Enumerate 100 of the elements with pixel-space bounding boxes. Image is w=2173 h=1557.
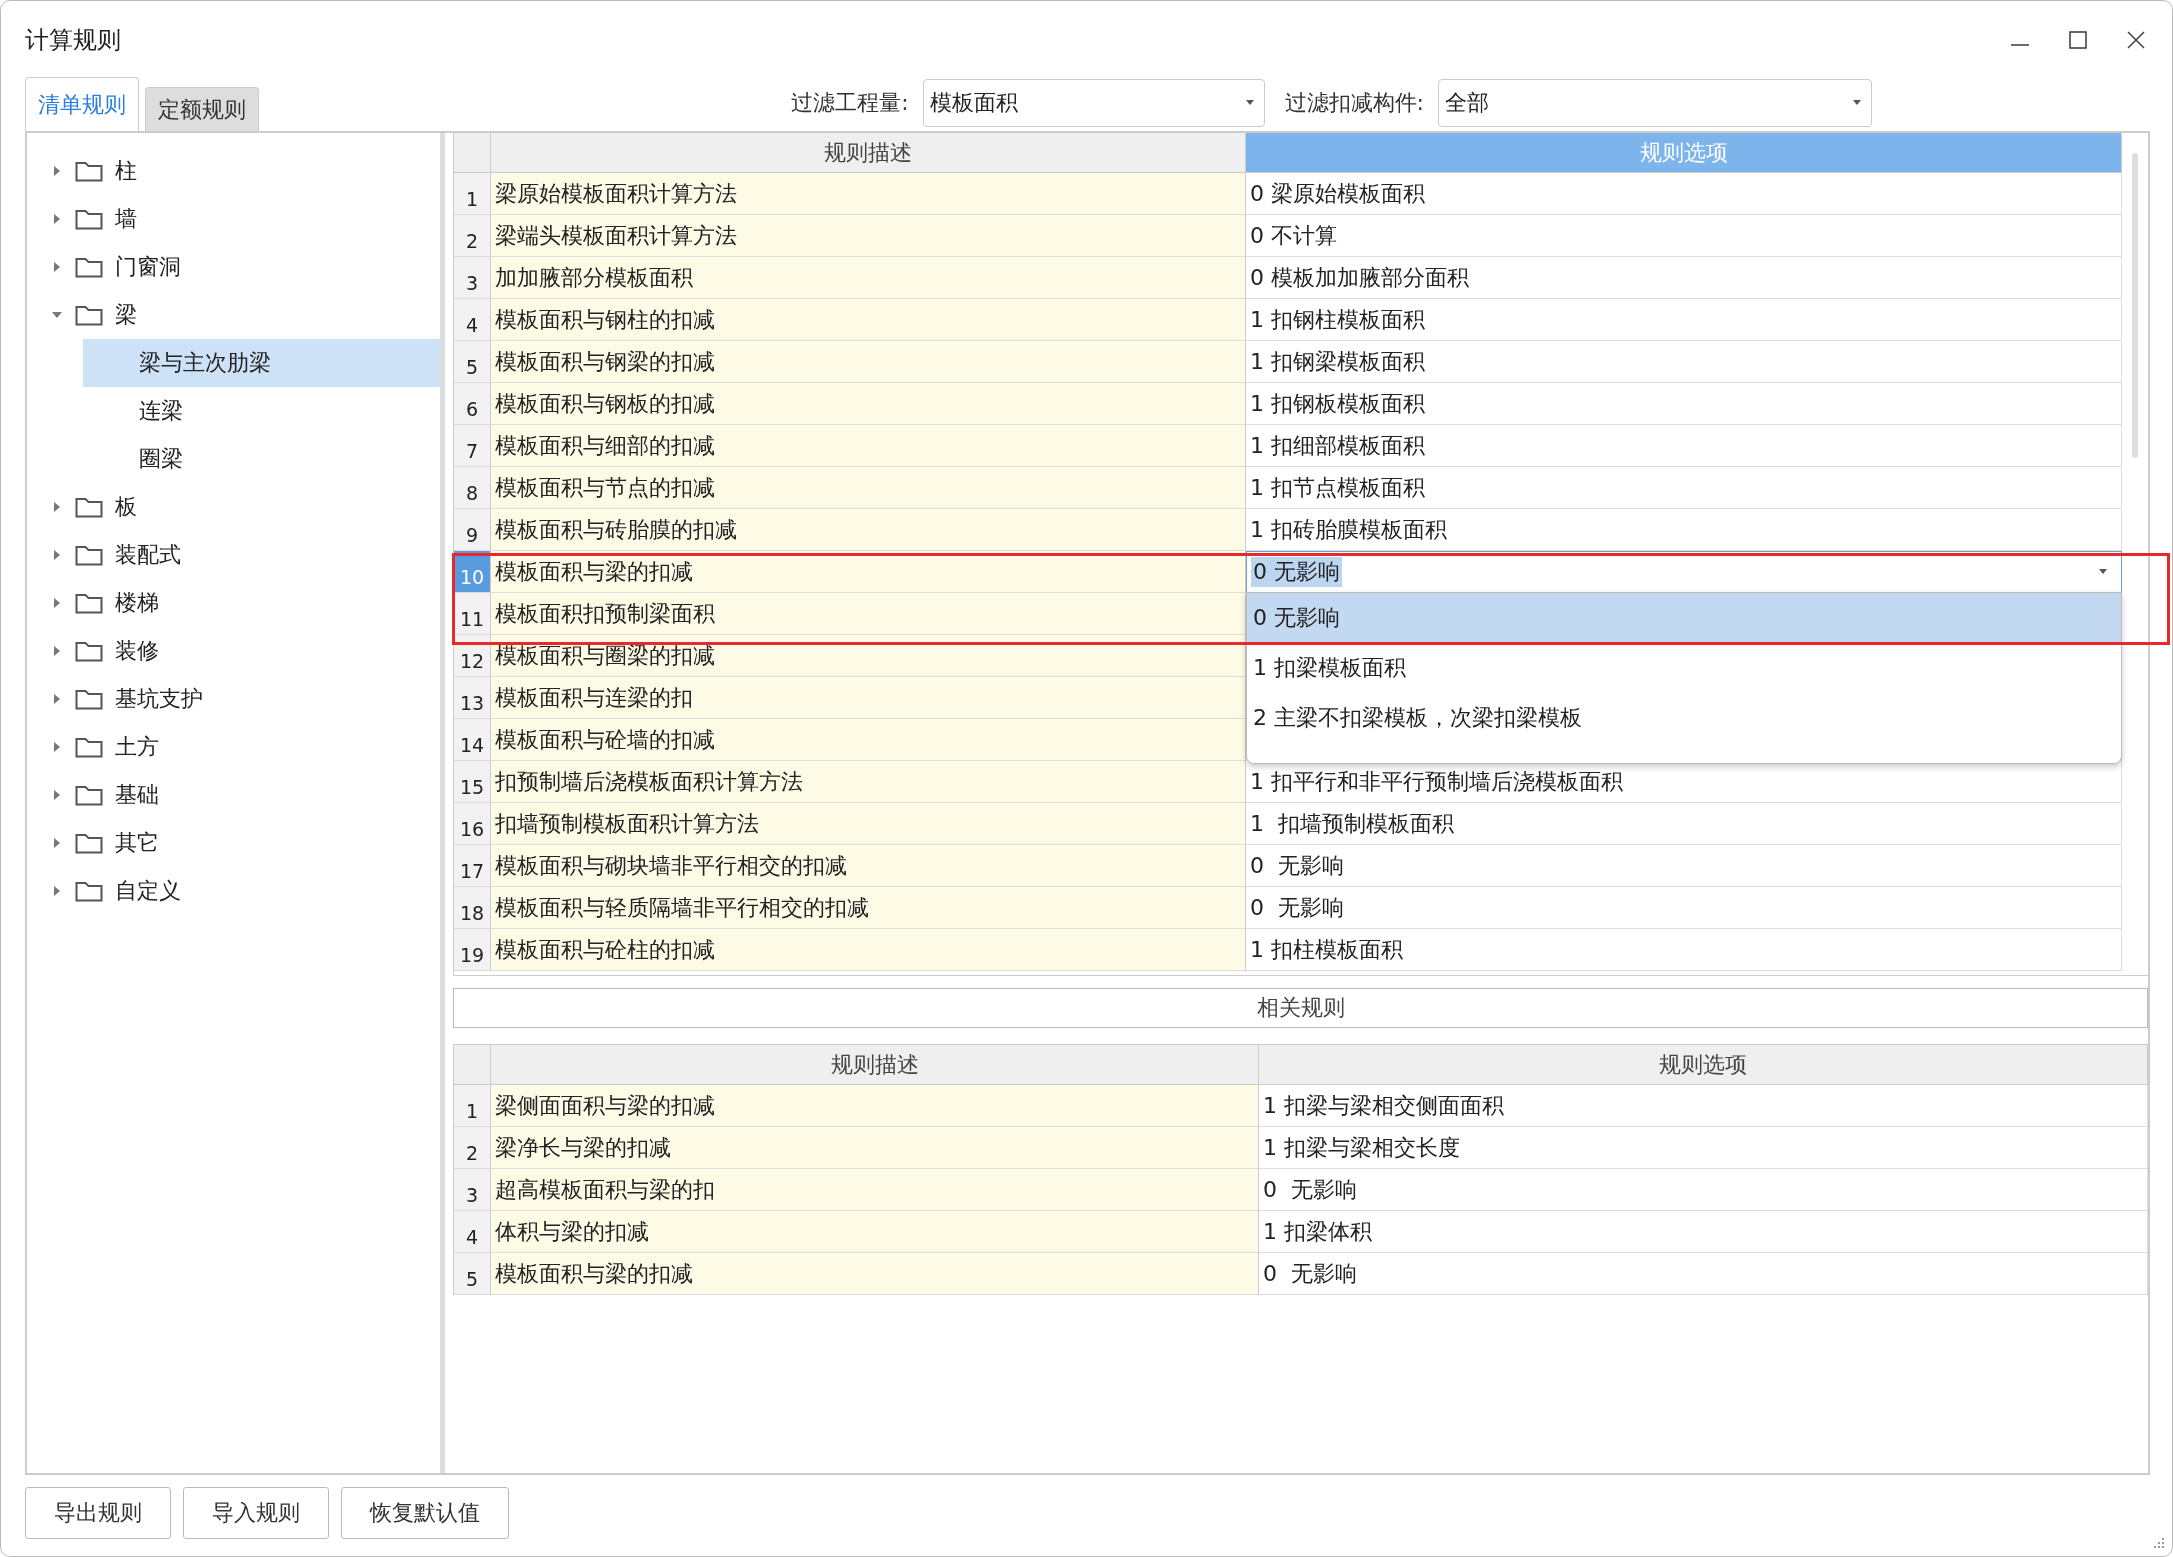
table-cell: 模板面积与砖胎膜的扣减	[491, 509, 1246, 551]
tree-item[interactable]: 梁	[27, 291, 440, 339]
table-cell: 模板面积与砼墙的扣减	[491, 719, 1246, 761]
column-header: 规则描述	[491, 133, 1246, 173]
table-cell: 模板面积与梁的扣减	[491, 1253, 1259, 1295]
tree-label: 墙	[115, 205, 137, 233]
table-cell: 梁端头模板面积计算方法	[491, 215, 1246, 257]
table-cell: 1 扣节点模板面积	[1246, 467, 2122, 509]
table-cell: 梁净长与梁的扣减	[491, 1127, 1259, 1169]
action-button[interactable]: 恢复默认值	[341, 1487, 509, 1539]
row-number: 4	[454, 299, 491, 341]
tree-label: 其它	[115, 829, 159, 857]
tree-label: 门窗洞	[115, 253, 181, 281]
row-number: 4	[454, 1211, 491, 1253]
action-button[interactable]: 导入规则	[183, 1487, 329, 1539]
tree-label: 梁	[115, 301, 137, 329]
table-cell: 模板面积与钢梁的扣减	[491, 341, 1246, 383]
tree-label: 板	[115, 493, 137, 521]
tree-item[interactable]: 连梁	[83, 387, 440, 435]
window-title: 计算规则	[25, 25, 122, 56]
tree-item[interactable]: 板	[27, 483, 440, 531]
row-number: 18	[454, 887, 491, 929]
row-number: 19	[454, 929, 491, 971]
table-cell: 模板面积与节点的扣减	[491, 467, 1246, 509]
table-cell: 1 扣平行和非平行预制墙后浇模板面积	[1246, 761, 2122, 803]
tree-label: 柱	[115, 157, 137, 185]
column-header: 规则选项	[1246, 133, 2122, 173]
tree-item[interactable]: 楼梯	[27, 579, 440, 627]
table-cell: 模板面积与细部的扣减	[491, 425, 1246, 467]
table-cell: 1 扣柱模板面积	[1246, 929, 2122, 971]
tree-label: 基坑支护	[115, 685, 203, 713]
tree-item[interactable]: 柱	[27, 147, 440, 195]
table-cell: 0 无影响	[1246, 845, 2122, 887]
row-number: 7	[454, 425, 491, 467]
table-cell: 1 扣梁与梁相交侧面面积	[1259, 1085, 2148, 1127]
table-cell: 1 扣钢柱模板面积	[1246, 299, 2122, 341]
tree-item[interactable]: 装配式	[27, 531, 440, 579]
row-number: 1	[454, 173, 491, 215]
row-number: 3	[454, 1169, 491, 1211]
row-number: 5	[454, 341, 491, 383]
table-cell: 0 梁原始模板面积	[1246, 173, 2122, 215]
table-cell: 梁侧面面积与梁的扣减	[491, 1085, 1259, 1127]
table-cell: 模板面积与砌块墙非平行相交的扣减	[491, 845, 1246, 887]
row-number: 17	[454, 845, 491, 887]
tree-item[interactable]: 圈梁	[83, 435, 440, 483]
tree-item[interactable]: 梁与主次肋梁	[83, 339, 440, 387]
column-header: 规则描述	[491, 1045, 1259, 1085]
dropdown-option[interactable]: 2 主梁不扣梁模板，次梁扣梁模板	[1247, 693, 2121, 743]
table-cell: 模板面积与砼柱的扣减	[491, 929, 1246, 971]
tab[interactable]: 定额规则	[145, 87, 259, 131]
tree-item[interactable]: 土方	[27, 723, 440, 771]
tab[interactable]: 清单规则	[25, 77, 139, 131]
table-cell: 模板面积与钢板的扣减	[491, 383, 1246, 425]
tree-item[interactable]: 基坑支护	[27, 675, 440, 723]
tree-item[interactable]: 装修	[27, 627, 440, 675]
row-number: 5	[454, 1253, 491, 1295]
row-number: 16	[454, 803, 491, 845]
table-cell: 体积与梁的扣减	[491, 1211, 1259, 1253]
tree-label: 装配式	[115, 541, 181, 569]
row-number: 6	[454, 383, 491, 425]
dropdown-option[interactable]: 0 无影响	[1247, 593, 2121, 643]
dropdown-option[interactable]: 1 扣梁模板面积	[1247, 643, 2121, 693]
table-cell: 超高模板面积与梁的扣	[491, 1169, 1259, 1211]
table-cell: 扣墙预制模板面积计算方法	[491, 803, 1246, 845]
row-number: 3	[454, 257, 491, 299]
column-header: 规则选项	[1259, 1045, 2148, 1085]
tree-label: 土方	[115, 733, 159, 761]
row-number: 2	[454, 215, 491, 257]
table-cell: 1 扣钢板模板面积	[1246, 383, 2122, 425]
filter-combo[interactable]: 全部	[1438, 79, 1872, 127]
tree-label: 装修	[115, 637, 159, 665]
table-cell: 模板面积与钢柱的扣减	[491, 299, 1246, 341]
table-cell: 1 扣钢梁模板面积	[1246, 341, 2122, 383]
section-bar: 相关规则	[453, 988, 2148, 1028]
tree-item[interactable]: 墙	[27, 195, 440, 243]
row-number: 14	[454, 719, 491, 761]
tree-item[interactable]: 基础	[27, 771, 440, 819]
table-cell: 扣预制墙后浇模板面积计算方法	[491, 761, 1246, 803]
table-cell: 模板面积与轻质隔墙非平行相交的扣减	[491, 887, 1246, 929]
filter-combo[interactable]: 模板面积	[922, 79, 1265, 127]
tree-label: 楼梯	[115, 589, 159, 617]
row-number: 12	[454, 635, 491, 677]
table-cell: 0 模板加加腋部分面积	[1246, 257, 2122, 299]
table-cell: 1 扣墙预制模板面积	[1246, 803, 2122, 845]
row-number: 9	[454, 509, 491, 551]
table-cell: 0 无影响	[1246, 887, 2122, 929]
filter-label: 过滤工程量:	[791, 89, 909, 117]
table-cell: 0 无影响	[1259, 1169, 2148, 1211]
tree-item[interactable]: 门窗洞	[27, 243, 440, 291]
table-cell: 模板面积与梁的扣减	[491, 551, 1246, 593]
tree-item[interactable]: 其它	[27, 819, 440, 867]
table-cell: 模板面积与圈梁的扣减	[491, 635, 1246, 677]
action-button[interactable]: 导出规则	[25, 1487, 171, 1539]
tree-item[interactable]: 自定义	[27, 867, 440, 915]
row-number: 15	[454, 761, 491, 803]
row-number: 8	[454, 467, 491, 509]
table-cell: 1 扣梁体积	[1259, 1211, 2148, 1253]
table-cell: 0 无影响	[1259, 1253, 2148, 1295]
filter-label: 过滤扣减构件:	[1284, 89, 1424, 117]
row-number: 13	[454, 677, 491, 719]
